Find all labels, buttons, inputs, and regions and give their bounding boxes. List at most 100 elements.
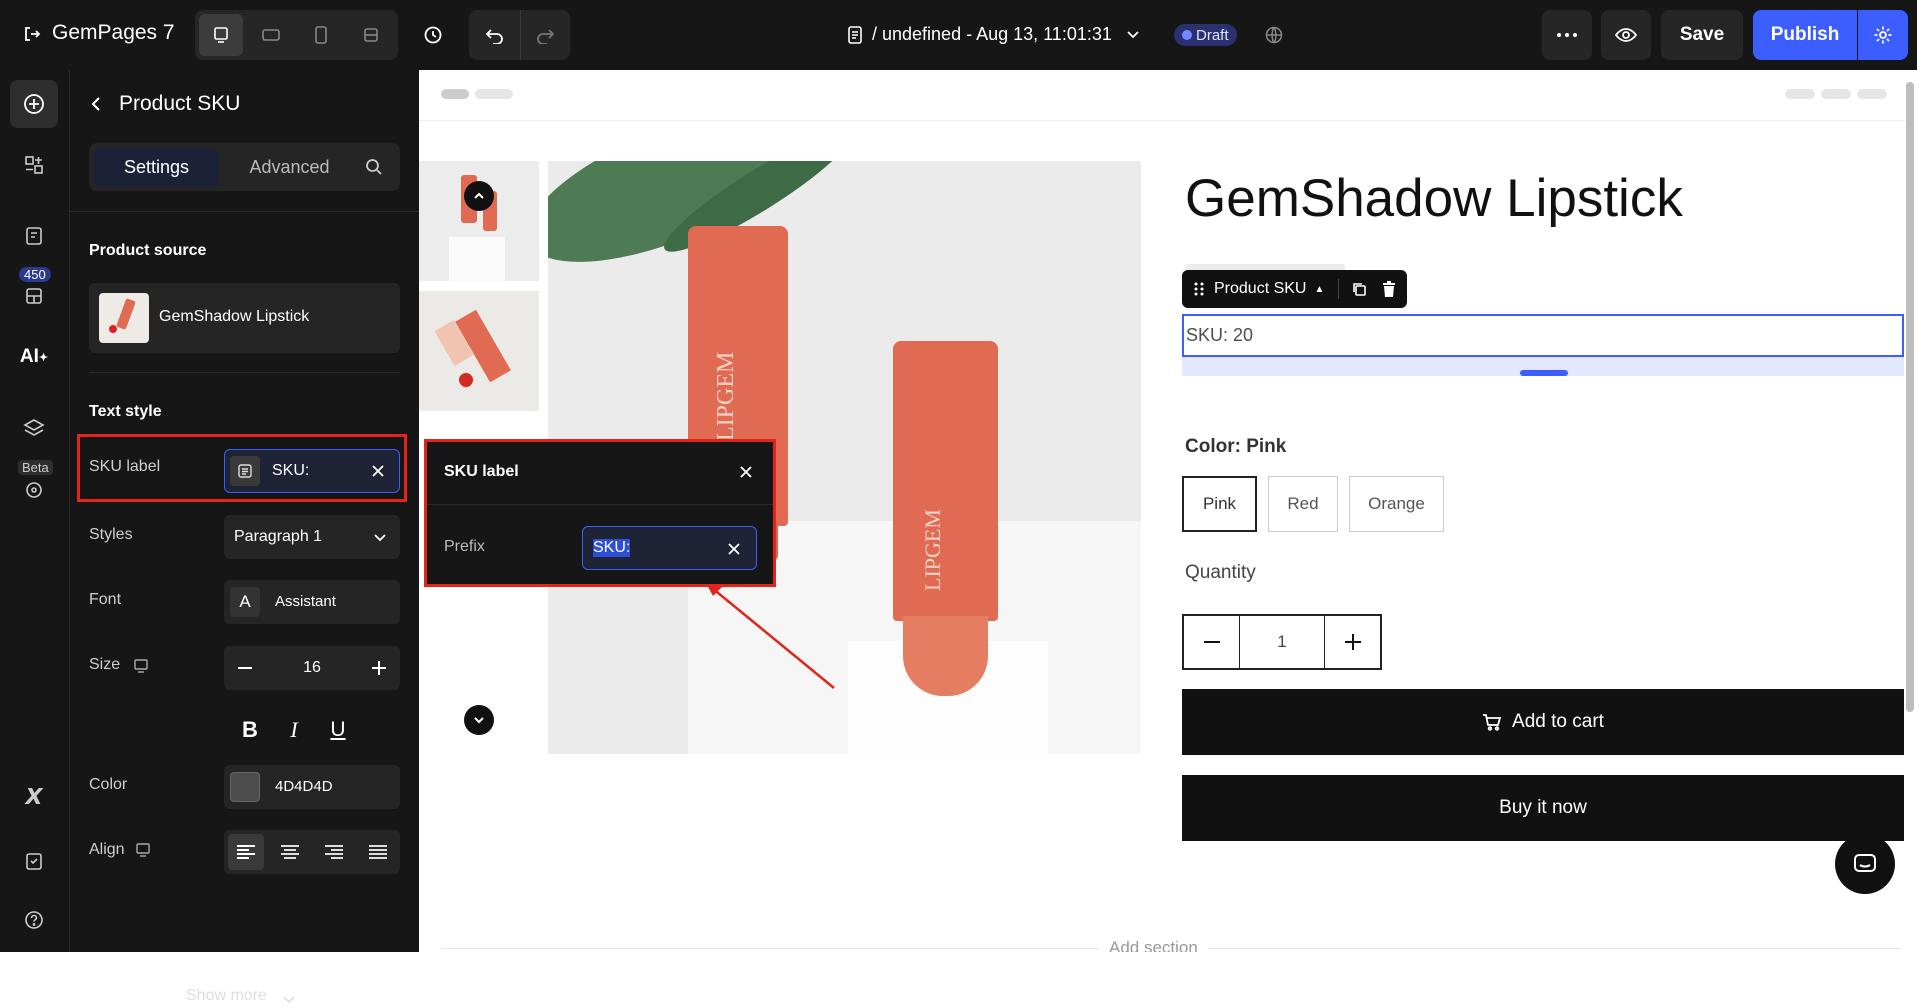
- color-picker[interactable]: 4D4D4D: [224, 765, 400, 809]
- align-justify-icon[interactable]: [360, 834, 396, 870]
- tab-advanced[interactable]: Advanced: [227, 148, 352, 186]
- option-orange[interactable]: Orange: [1349, 476, 1444, 532]
- element-tag[interactable]: Product SKU: [1214, 280, 1306, 298]
- chevron-down-icon[interactable]: [1122, 24, 1144, 46]
- exit-icon[interactable]: [20, 22, 44, 46]
- resize-handle[interactable]: [1520, 370, 1568, 376]
- bold-icon[interactable]: B: [230, 710, 270, 750]
- option-pink[interactable]: Pink: [1182, 476, 1257, 532]
- align-label: Align: [89, 841, 125, 858]
- globe-icon[interactable]: [1262, 23, 1286, 47]
- product-thumbnail: [99, 293, 149, 343]
- product-title[interactable]: GemShadow Lipstick: [1185, 168, 1683, 229]
- tab-settings[interactable]: Settings: [94, 148, 219, 186]
- thumbnail-1[interactable]: [419, 161, 539, 281]
- redo-icon[interactable]: [523, 14, 567, 56]
- device-switcher: [195, 10, 398, 60]
- tablet-landscape-icon[interactable]: [249, 14, 293, 56]
- thumbnail-2[interactable]: [419, 291, 539, 411]
- checklist-icon[interactable]: [10, 837, 58, 885]
- preview-eye-icon[interactable]: [1601, 10, 1651, 60]
- align-right-icon[interactable]: [316, 834, 352, 870]
- chevron-down-icon[interactable]: [464, 705, 494, 735]
- page-title[interactable]: / undefined - Aug 13, 11:01:31: [872, 24, 1112, 45]
- product-brand-print: LIPGEM: [920, 509, 945, 591]
- color-value: 4D4D4D: [275, 778, 333, 795]
- styles-select[interactable]: Paragraph 1: [224, 515, 400, 559]
- sku-label-input[interactable]: SKU:: [224, 449, 400, 493]
- help-icon[interactable]: [10, 896, 58, 944]
- cart-icon: [1483, 714, 1502, 731]
- responsive-icon[interactable]: [349, 14, 393, 56]
- more-options-icon[interactable]: [1542, 10, 1592, 60]
- chevron-down-icon[interactable]: [280, 990, 298, 1008]
- add-to-cart-label: Add to cart: [1512, 711, 1604, 732]
- clear-icon[interactable]: [367, 460, 389, 482]
- color-label: Color: [89, 776, 128, 793]
- desktop-icon[interactable]: [199, 14, 243, 56]
- minus-icon[interactable]: [1184, 616, 1240, 668]
- delete-icon[interactable]: [1381, 281, 1397, 297]
- canvas-scrollbar[interactable]: [1906, 82, 1914, 712]
- chevron-down-icon: [372, 529, 388, 545]
- align-left-icon[interactable]: [228, 834, 264, 870]
- close-icon[interactable]: [736, 462, 756, 482]
- clear-icon[interactable]: [723, 538, 745, 560]
- caret-up-icon[interactable]: ▲: [1314, 284, 1324, 295]
- ai-icon[interactable]: AI ✦: [10, 333, 58, 381]
- mobile-icon[interactable]: [299, 14, 343, 56]
- chat-icon[interactable]: [1835, 834, 1895, 894]
- product-source-selector[interactable]: GemShadow Lipstick: [89, 283, 400, 353]
- plus-icon[interactable]: [1324, 616, 1380, 668]
- history-icon[interactable]: [418, 20, 448, 50]
- add-to-cart-button[interactable]: Add to cart: [1182, 689, 1904, 755]
- publish-button[interactable]: Publish: [1753, 10, 1857, 60]
- align-center-icon[interactable]: [272, 834, 308, 870]
- chevron-up-icon[interactable]: [464, 181, 494, 211]
- show-more-button[interactable]: Show more: [186, 987, 267, 1005]
- top-bar: GemPages 7 / undefined - Aug 13, 11:01:3…: [0, 0, 1917, 70]
- color-swatch[interactable]: [230, 772, 260, 802]
- product-brand-print: LIPGEM: [713, 351, 739, 441]
- sections-icon[interactable]: [10, 141, 58, 189]
- publish-settings-gear-icon[interactable]: [1858, 10, 1908, 60]
- desktop-icon[interactable]: [133, 840, 153, 860]
- apps-icon[interactable]: [10, 272, 58, 320]
- plus-icon[interactable]: [364, 653, 394, 683]
- back-arrow-icon[interactable]: [84, 92, 108, 116]
- app-logo: GemPages 7: [52, 21, 175, 44]
- prefix-label: Prefix: [444, 538, 485, 555]
- sku-label-label: SKU label: [89, 458, 161, 475]
- search-icon[interactable]: [361, 155, 387, 179]
- buy-now-button[interactable]: Buy it now: [1182, 775, 1904, 841]
- layers-icon[interactable]: [10, 404, 58, 452]
- desktop-icon[interactable]: [131, 656, 151, 676]
- annotation-arrow: [706, 583, 835, 689]
- settings-panel: Product SKU Settings Advanced Product so…: [70, 70, 419, 1004]
- element-toolbar: Product SKU ▲: [1182, 270, 1408, 308]
- quantity-label: Quantity: [1185, 562, 1256, 583]
- save-button[interactable]: Save: [1661, 10, 1743, 60]
- size-stepper[interactable]: 16: [224, 646, 400, 690]
- add-element-icon[interactable]: [10, 80, 58, 128]
- sku-element-outline[interactable]: SKU: 20: [1182, 314, 1904, 357]
- color-option-label: Color: Pink: [1185, 436, 1287, 457]
- product-source-heading: Product source: [89, 242, 207, 259]
- quantity-value[interactable]: 1: [1240, 616, 1324, 668]
- font-select[interactable]: A Assistant: [224, 580, 400, 624]
- undo-icon[interactable]: [473, 14, 517, 56]
- target-icon[interactable]: [10, 466, 58, 514]
- prefix-input[interactable]: SKU:: [582, 526, 757, 570]
- sku-label-value: SKU:: [272, 462, 310, 479]
- text-field-icon: [230, 456, 260, 486]
- add-section-button[interactable]: Add section: [1099, 938, 1208, 952]
- italic-icon[interactable]: I: [274, 710, 314, 750]
- duplicate-icon[interactable]: [1351, 281, 1367, 297]
- underline-icon[interactable]: U: [318, 710, 358, 750]
- option-red[interactable]: Red: [1268, 476, 1338, 532]
- styles-label: Styles: [89, 526, 133, 543]
- prefix-value[interactable]: SKU:: [593, 539, 631, 557]
- pages-icon[interactable]: [10, 212, 58, 260]
- drag-handle-icon: [1194, 282, 1204, 296]
- x-tool-icon[interactable]: 𝙓: [10, 773, 58, 821]
